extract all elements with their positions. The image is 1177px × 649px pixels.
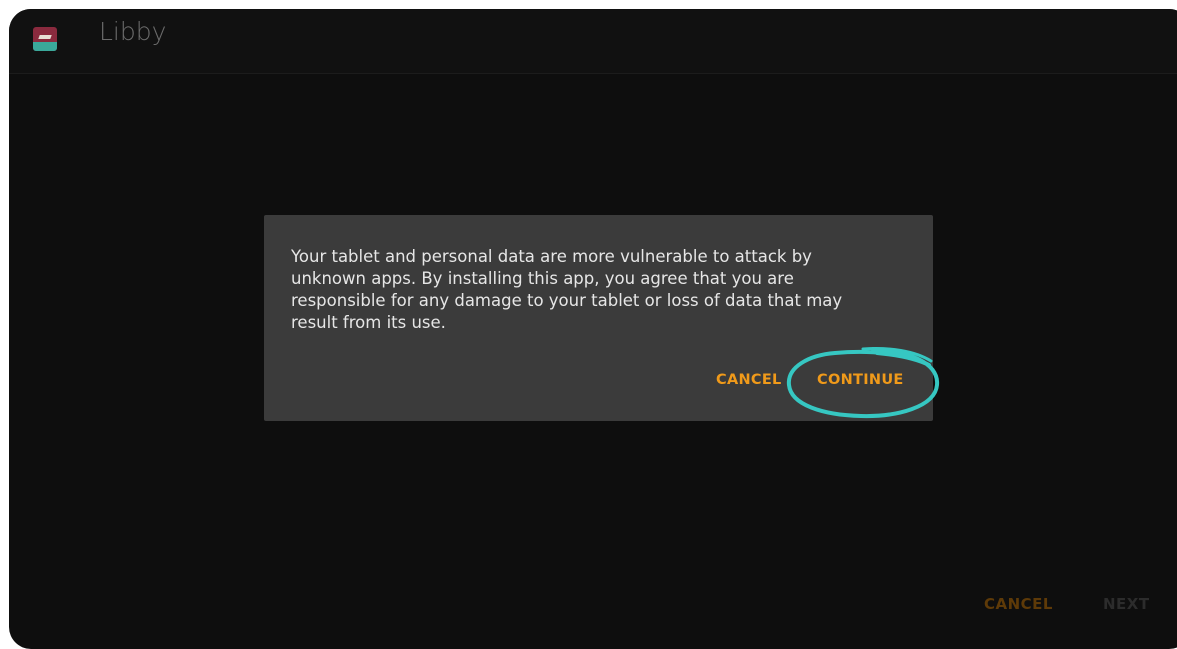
footer-cancel-button[interactable]: CANCEL xyxy=(984,595,1053,613)
footer-next-button[interactable]: NEXT xyxy=(1103,595,1150,613)
dialog-cancel-button[interactable]: CANCEL xyxy=(716,372,782,388)
app-icon-band xyxy=(33,42,57,51)
app-title: Libby xyxy=(99,17,167,46)
install-screen: Libby Your tablet and personal data are … xyxy=(9,9,1177,649)
dialog-message: Your tablet and personal data are more v… xyxy=(291,247,843,332)
app-icon-mark xyxy=(38,35,52,39)
dialog-continue-button[interactable]: CONTINUE xyxy=(817,372,904,388)
libby-app-icon xyxy=(33,27,57,51)
warning-dialog: Your tablet and personal data are more v… xyxy=(264,215,933,421)
title-bar: Libby xyxy=(9,9,1177,74)
